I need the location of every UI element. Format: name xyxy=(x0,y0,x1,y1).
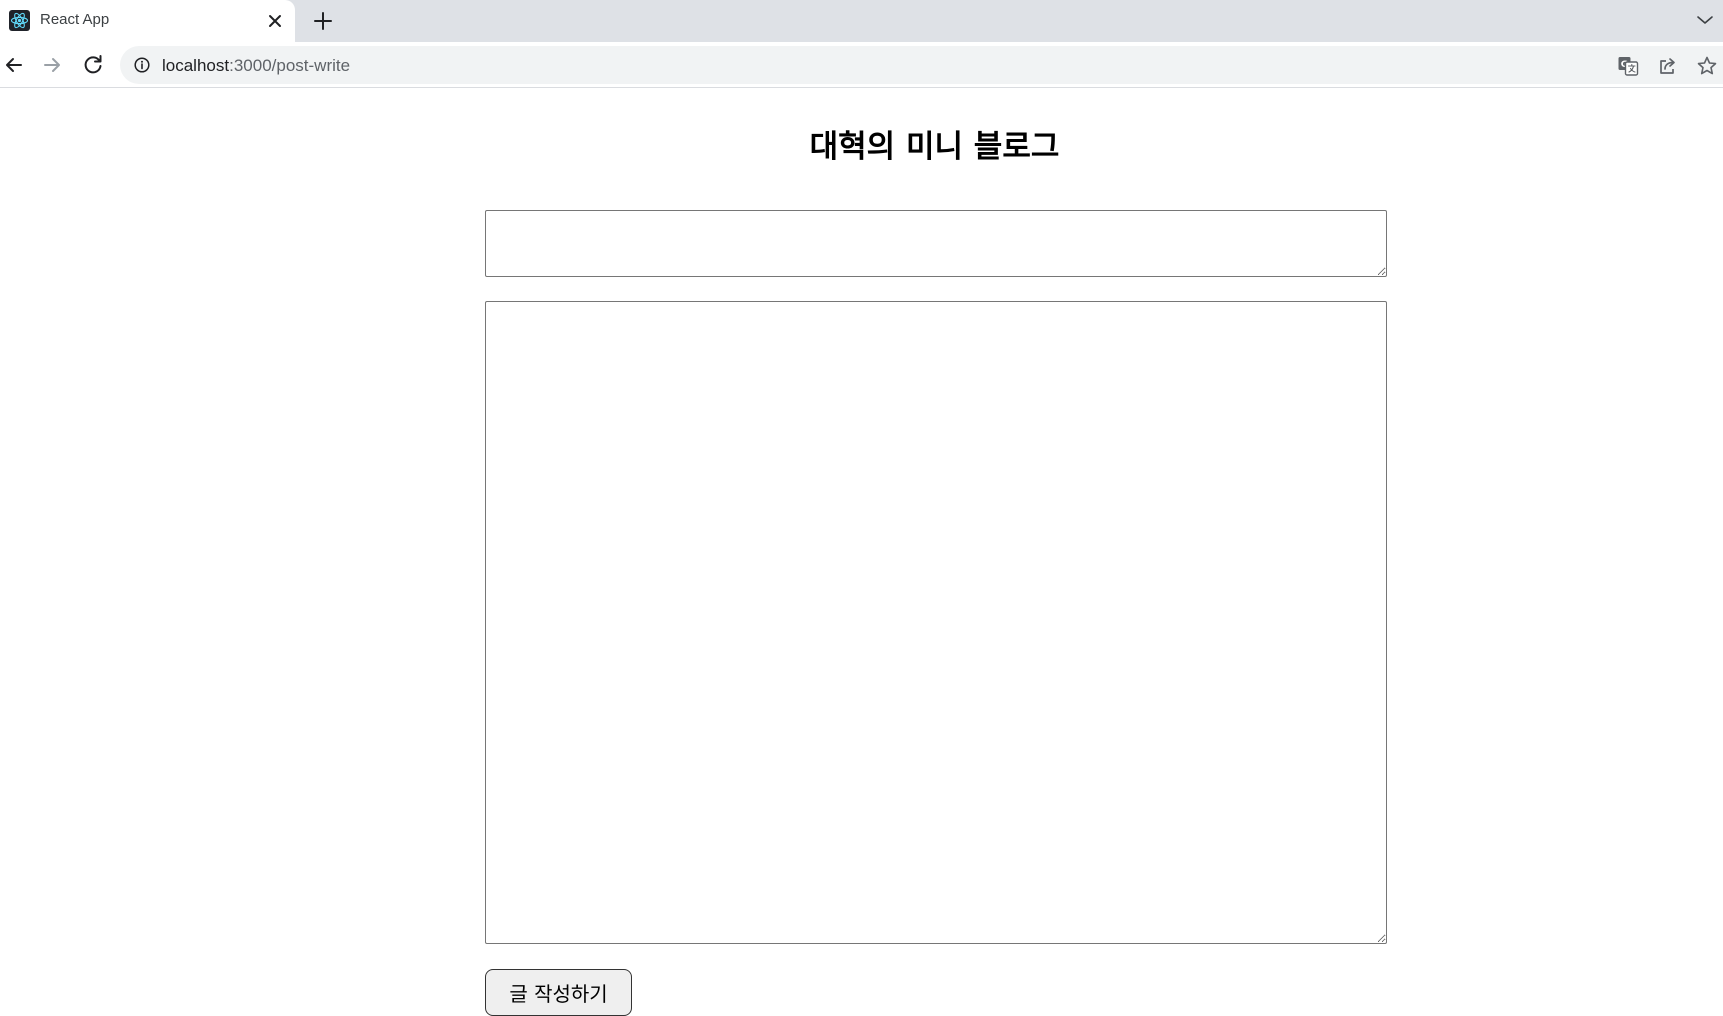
share-icon[interactable] xyxy=(1656,54,1680,78)
browser-toolbar: localhost:3000/post-write G xyxy=(0,42,1723,88)
arrow-left-icon[interactable] xyxy=(0,51,28,79)
submit-post-button[interactable]: 글 작성하기 xyxy=(485,969,632,1016)
close-icon[interactable] xyxy=(263,9,287,33)
plus-icon[interactable] xyxy=(310,8,336,34)
url-text: localhost:3000/post-write xyxy=(162,56,350,76)
url-host: localhost xyxy=(162,56,230,75)
post-content-input[interactable] xyxy=(485,301,1387,944)
reload-icon[interactable] xyxy=(79,51,107,79)
url-path: :3000/post-write xyxy=(229,56,351,75)
tab-title: React App xyxy=(40,11,110,28)
info-icon[interactable] xyxy=(134,57,150,73)
browser-tab[interactable]: React App xyxy=(0,0,295,42)
page-title: 대혁의 미니 블로그 xyxy=(809,129,1060,165)
star-icon[interactable] xyxy=(1695,54,1719,78)
address-bar[interactable]: localhost:3000/post-write G xyxy=(120,46,1723,84)
page-content: 대혁의 미니 블로그 글 작성하기 xyxy=(0,89,1723,1016)
arrow-right-icon[interactable] xyxy=(38,51,66,79)
post-title-input[interactable] xyxy=(485,210,1387,277)
react-logo-icon xyxy=(9,10,30,31)
tab-strip: React App xyxy=(0,0,1723,42)
chevron-down-icon[interactable] xyxy=(1693,8,1717,32)
translate-icon[interactable]: G xyxy=(1616,54,1640,78)
